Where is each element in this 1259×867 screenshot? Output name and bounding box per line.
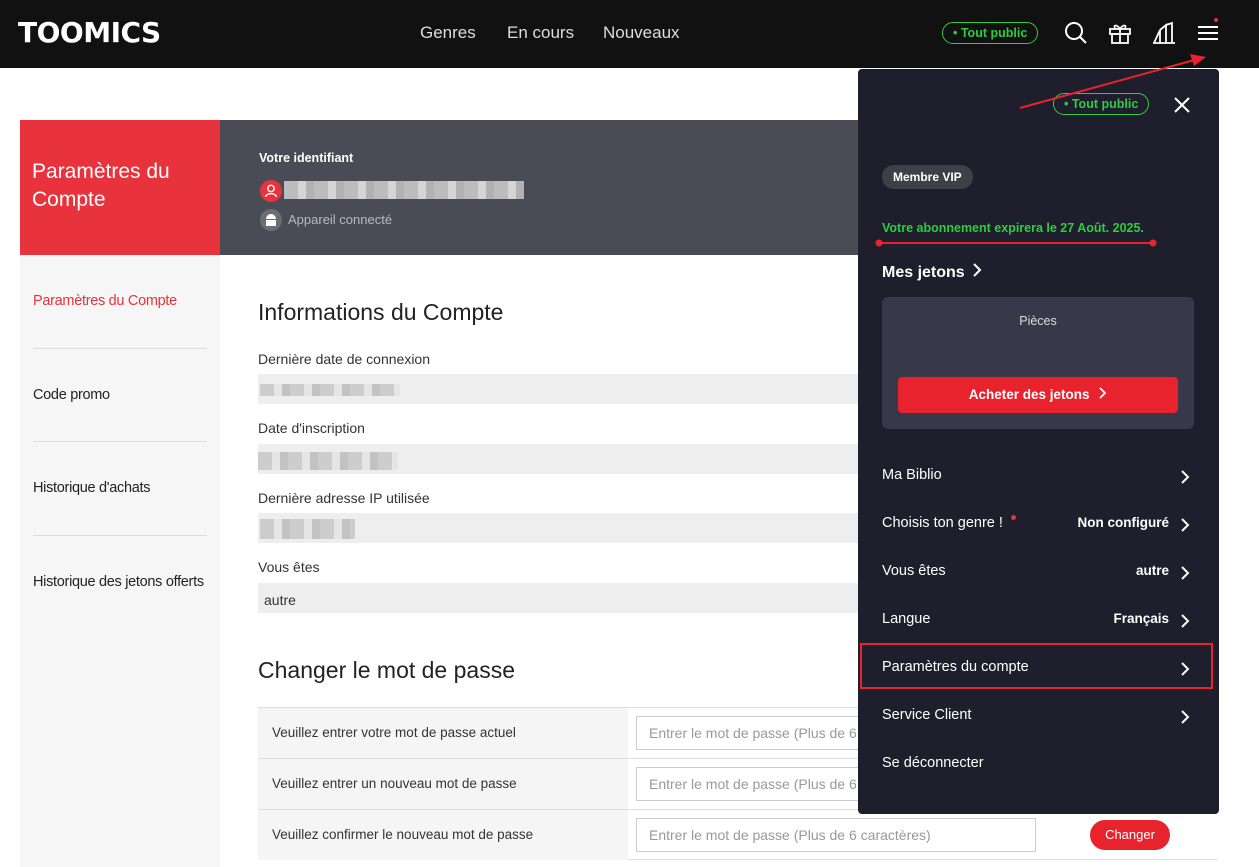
sidebar-divider [33, 535, 207, 536]
vip-badge: Membre VIP [882, 165, 973, 189]
id-label: Votre identifiant [259, 151, 354, 165]
menu-notification-dot [1214, 18, 1218, 22]
chevron-right-icon [973, 263, 982, 277]
last-login-label: Dernière date de connexion [258, 351, 431, 367]
public-badge[interactable]: • Tout public [942, 22, 1039, 44]
current-password-label: Veuillez entrer votre mot de passe actue… [272, 725, 516, 740]
menu-label: Langue [882, 611, 931, 627]
blurred-last-ip [260, 519, 355, 539]
chevron-right-icon [1181, 518, 1190, 532]
close-icon[interactable] [1172, 95, 1192, 115]
menu-item-service-client[interactable]: Service Client [858, 693, 1219, 741]
gender-field [258, 583, 878, 613]
menu-value: Français [1113, 611, 1169, 626]
sidebar-title: Paramètres du Compte [20, 120, 220, 255]
chevron-right-icon [1099, 387, 1107, 399]
menu-item-langue[interactable]: Langue Français [858, 597, 1219, 645]
sidebar-item-free-token-history[interactable]: Historique des jetons offerts [33, 574, 204, 590]
password-label-cell: Veuillez entrer votre mot de passe actue… [258, 708, 628, 758]
coins-panel: Pièces Acheter des jetons [882, 297, 1194, 429]
chevron-right-icon [1181, 614, 1190, 628]
nav-nouveaux[interactable]: Nouveaux [603, 23, 680, 43]
genre-notification-dot [1011, 515, 1016, 520]
menu-label: Se déconnecter [882, 755, 984, 771]
coins-label: Pièces [1019, 314, 1057, 328]
sidebar-item-promo-code[interactable]: Code promo [33, 387, 110, 403]
blurred-last-login [260, 384, 400, 396]
menu-label: Choisis ton genre ! [882, 515, 1003, 531]
my-tokens-label: Mes jetons [882, 264, 965, 281]
menu-value: autre [1135, 563, 1169, 578]
nav-genres[interactable]: Genres [420, 23, 476, 43]
blurred-identifier [284, 181, 524, 199]
menu-item-vous-etes[interactable]: Vous êtes autre [858, 549, 1219, 597]
gender-label: Vous êtes [258, 559, 320, 575]
sidebar-divider [33, 441, 207, 442]
buy-tokens-button[interactable]: Acheter des jetons [898, 377, 1178, 413]
gift-icon[interactable] [1107, 20, 1133, 46]
menu-value: Non configuré [1077, 515, 1170, 530]
chevron-right-icon [1181, 470, 1190, 484]
menu-item-genre[interactable]: Choisis ton genre ! Non configuré [858, 501, 1219, 549]
new-password-label: Veuillez entrer un nouveau mot de passe [272, 776, 517, 791]
top-bar: TOOMICS Genres En cours Nouveaux • Tout … [0, 0, 1259, 68]
menu-drawer: • Tout public Membre VIP Votre abonnemen… [858, 69, 1219, 814]
nav-en-cours[interactable]: En cours [507, 23, 574, 43]
user-icon [260, 180, 282, 202]
toomics-logo[interactable]: TOOMICS [18, 16, 161, 49]
sidebar-item-purchase-history[interactable]: Historique d'achats [33, 480, 150, 496]
subscription-expiry: Votre abonnement expirera le 27 Août. 20… [882, 221, 1144, 235]
account-sidebar: Paramètres du Compte Code promo Historiq… [20, 255, 220, 867]
my-tokens-link[interactable]: Mes jetons [882, 263, 982, 282]
confirm-password-input[interactable]: Entrer le mot de passe (Plus de 6 caract… [636, 818, 1036, 852]
highlight-box [860, 643, 1213, 689]
sidebar-divider [33, 348, 207, 349]
chevron-right-icon [1181, 566, 1190, 580]
account-info-title: Informations du Compte [258, 299, 504, 325]
menu-item-logout[interactable]: Se déconnecter [858, 741, 1219, 789]
change-password-button[interactable]: Changer [1090, 820, 1170, 850]
buy-tokens-label: Acheter des jetons [968, 387, 1090, 402]
change-password-title: Changer le mot de passe [258, 657, 515, 683]
search-icon[interactable] [1063, 20, 1089, 46]
menu-item-ma-biblio[interactable]: Ma Biblio [858, 453, 1219, 501]
last-ip-label: Dernière adresse IP utilisée [258, 490, 430, 506]
confirm-password-label: Veuillez confirmer le nouveau mot de pas… [272, 827, 534, 842]
gender-value: autre [264, 592, 296, 608]
password-label-cell: Veuillez confirmer le nouveau mot de pas… [258, 810, 628, 860]
menu-label: Vous êtes [882, 563, 946, 579]
menu-icon[interactable] [1195, 20, 1221, 46]
menu-label: Ma Biblio [882, 467, 942, 483]
chevron-right-icon [1181, 710, 1190, 724]
menu-label: Service Client [882, 707, 972, 723]
password-row-confirm: Veuillez confirmer le nouveau mot de pas… [258, 809, 1218, 860]
android-icon [260, 209, 282, 231]
blurred-signup-date [258, 452, 398, 470]
signup-date-label: Date d'inscription [258, 420, 365, 436]
ranking-icon[interactable] [1151, 20, 1177, 46]
sidebar-item-account-settings[interactable]: Paramètres du Compte [33, 293, 177, 309]
drawer-public-badge[interactable]: • Tout public [1053, 93, 1150, 115]
password-label-cell: Veuillez entrer un nouveau mot de passe [258, 759, 628, 809]
device-label: Appareil connecté [288, 212, 393, 227]
account-id-panel: Votre identifiant Appareil connecté [220, 120, 860, 255]
